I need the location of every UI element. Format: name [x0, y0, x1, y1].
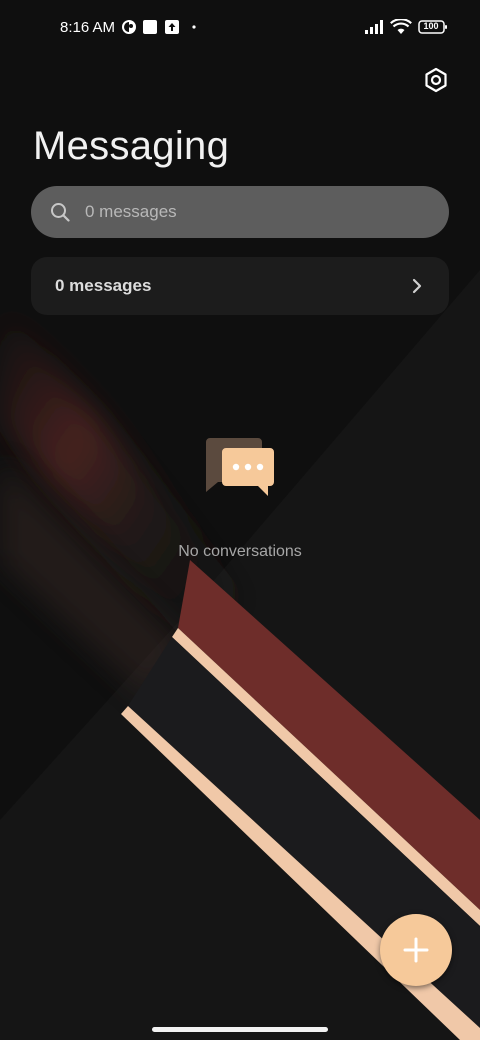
messages-summary-row[interactable]: 0 messages — [31, 257, 449, 315]
plus-icon — [403, 937, 429, 963]
page-title: Messaging — [33, 124, 230, 168]
empty-state-text: No conversations — [178, 543, 302, 560]
status-time: 8:16 AM — [60, 19, 116, 36]
brand-notification-icon — [121, 18, 137, 36]
square-notification-icon — [142, 18, 158, 36]
dot-icon — [191, 18, 197, 36]
wifi-icon — [390, 18, 412, 36]
settings-icon — [425, 67, 447, 93]
chat-bubbles-icon — [204, 436, 276, 500]
settings-button[interactable] — [418, 62, 454, 98]
battery-level: 100 — [423, 21, 439, 31]
upload-notification-icon — [164, 18, 180, 36]
search-input[interactable] — [83, 201, 407, 223]
chevron-right-icon — [409, 278, 425, 294]
search-bar[interactable] — [31, 186, 449, 238]
status-bar: 8:16 AM 100 — [0, 0, 480, 56]
signal-icon — [364, 18, 386, 36]
messages-summary-label: 0 messages — [55, 276, 152, 295]
home-indicator[interactable] — [152, 1027, 328, 1032]
new-message-button[interactable] — [380, 914, 452, 986]
search-icon — [49, 201, 71, 223]
